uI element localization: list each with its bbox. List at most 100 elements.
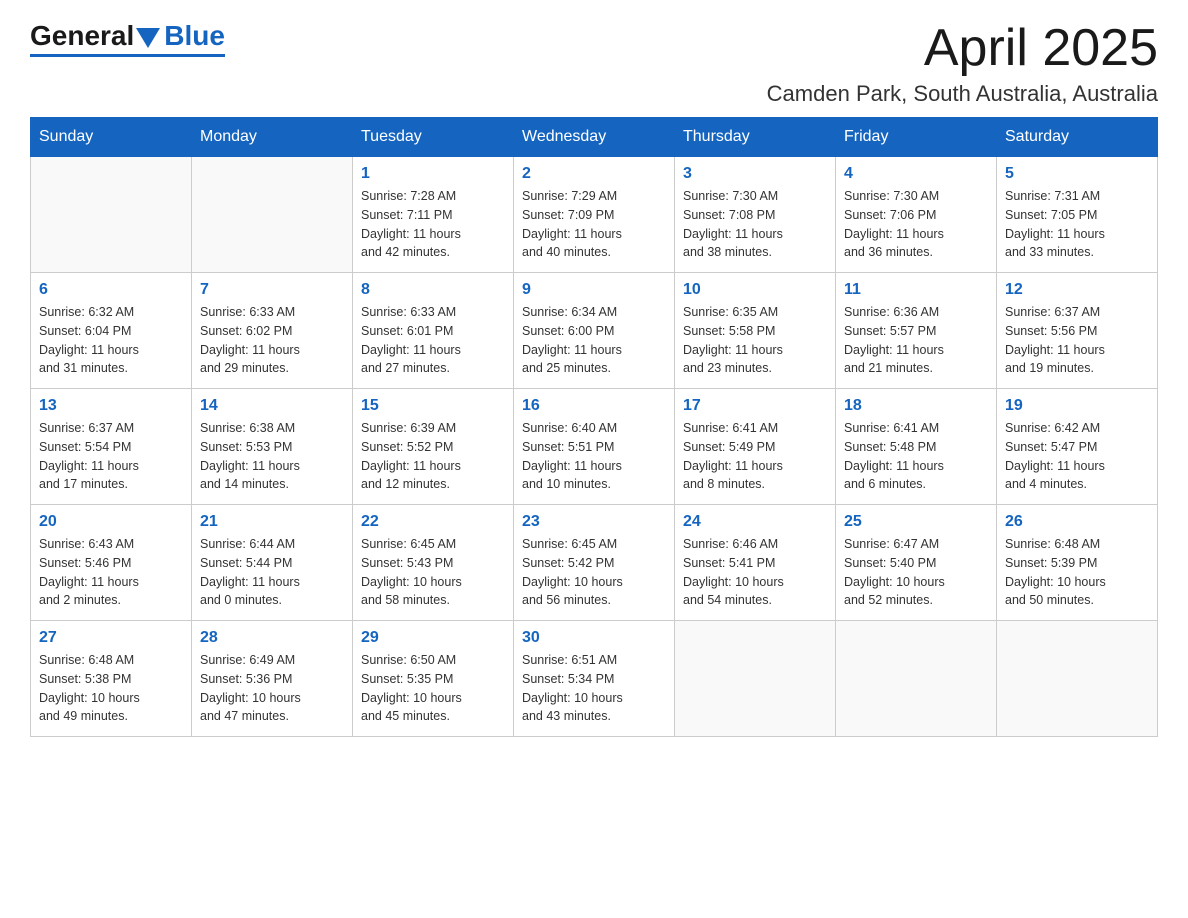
calendar-cell: 5 Sunrise: 7:31 AMSunset: 7:05 PMDaylight… bbox=[997, 157, 1158, 273]
calendar-cell: 4Sunrise: 7:30 AMSunset: 7:06 PMDaylight… bbox=[836, 157, 997, 273]
day-info: Sunrise: 6:45 AMSunset: 5:42 PMDaylight:… bbox=[522, 535, 666, 610]
logo-triangle-icon bbox=[136, 28, 160, 48]
calendar-table: SundayMondayTuesdayWednesdayThursdayFrid… bbox=[30, 117, 1158, 737]
logo-blue-text: Blue bbox=[164, 20, 225, 52]
calendar-cell bbox=[192, 157, 353, 273]
calendar-cell: 3 Sunrise: 7:30 AMSunset: 7:08 PMDaylight… bbox=[675, 157, 836, 273]
calendar-header-sunday: Sunday bbox=[31, 118, 192, 157]
day-number: 7 bbox=[200, 281, 344, 299]
calendar-cell: 27Sunrise: 6:48 AMSunset: 5:38 PMDayligh… bbox=[31, 621, 192, 737]
day-number: 9 bbox=[522, 281, 666, 299]
calendar-cell: 16 Sunrise: 6:40 AMSunset: 5:51 PMDayligh… bbox=[514, 389, 675, 505]
calendar-cell: 29 Sunrise: 6:50 AMSunset: 5:35 PMDayligh… bbox=[353, 621, 514, 737]
calendar-cell: 1 Sunrise: 7:28 AMSunset: 7:11 PMDaylight… bbox=[353, 157, 514, 273]
day-number: 29 bbox=[361, 629, 505, 647]
calendar-cell: 24 Sunrise: 6:46 AMSunset: 5:41 PMDayligh… bbox=[675, 505, 836, 621]
day-number: 15 bbox=[361, 397, 505, 415]
calendar-cell bbox=[997, 621, 1158, 737]
location-title: Camden Park, South Australia, Australia bbox=[767, 81, 1158, 107]
calendar-cell: 8 Sunrise: 6:33 AMSunset: 6:01 PMDaylight… bbox=[353, 273, 514, 389]
calendar-cell: 25 Sunrise: 6:47 AMSunset: 5:40 PMDayligh… bbox=[836, 505, 997, 621]
day-info: Sunrise: 6:47 AMSunset: 5:40 PMDaylight:… bbox=[844, 535, 988, 610]
day-info: Sunrise: 7:30 AMSunset: 7:08 PMDaylight:… bbox=[683, 187, 827, 262]
day-number: 8 bbox=[361, 281, 505, 299]
logo: General Blue bbox=[30, 20, 225, 57]
calendar-cell: 21Sunrise: 6:44 AMSunset: 5:44 PMDayligh… bbox=[192, 505, 353, 621]
calendar-cell bbox=[675, 621, 836, 737]
calendar-cell: 14 Sunrise: 6:38 AMSunset: 5:53 PMDayligh… bbox=[192, 389, 353, 505]
month-title: April 2025 bbox=[767, 20, 1158, 77]
day-number: 12 bbox=[1005, 281, 1149, 299]
day-info: Sunrise: 6:33 AMSunset: 6:01 PMDaylight:… bbox=[361, 303, 505, 378]
day-info: Sunrise: 6:39 AMSunset: 5:52 PMDaylight:… bbox=[361, 419, 505, 494]
day-number: 17 bbox=[683, 397, 827, 415]
day-info: Sunrise: 6:38 AMSunset: 5:53 PMDaylight:… bbox=[200, 419, 344, 494]
calendar-header-thursday: Thursday bbox=[675, 118, 836, 157]
day-number: 24 bbox=[683, 513, 827, 531]
calendar-cell: 28 Sunrise: 6:49 AMSunset: 5:36 PMDayligh… bbox=[192, 621, 353, 737]
calendar-week-3: 13 Sunrise: 6:37 AMSunset: 5:54 PMDayligh… bbox=[31, 389, 1158, 505]
calendar-cell: 12 Sunrise: 6:37 AMSunset: 5:56 PMDayligh… bbox=[997, 273, 1158, 389]
day-info: Sunrise: 6:37 AMSunset: 5:56 PMDaylight:… bbox=[1005, 303, 1149, 378]
day-number: 27 bbox=[39, 629, 183, 647]
day-number: 19 bbox=[1005, 397, 1149, 415]
day-info: Sunrise: 7:28 AMSunset: 7:11 PMDaylight:… bbox=[361, 187, 505, 262]
calendar-week-2: 6Sunrise: 6:32 AMSunset: 6:04 PMDaylight… bbox=[31, 273, 1158, 389]
calendar-cell: 17 Sunrise: 6:41 AMSunset: 5:49 PMDayligh… bbox=[675, 389, 836, 505]
day-info: Sunrise: 6:36 AMSunset: 5:57 PMDaylight:… bbox=[844, 303, 988, 378]
day-number: 28 bbox=[200, 629, 344, 647]
day-number: 22 bbox=[361, 513, 505, 531]
day-number: 25 bbox=[844, 513, 988, 531]
day-info: Sunrise: 6:41 AMSunset: 5:48 PMDaylight:… bbox=[844, 419, 988, 494]
calendar-cell: 30 Sunrise: 6:51 AMSunset: 5:34 PMDayligh… bbox=[514, 621, 675, 737]
day-info: Sunrise: 6:44 AMSunset: 5:44 PMDaylight:… bbox=[200, 535, 344, 610]
page-header: General Blue April 2025 Camden Park, Sou… bbox=[30, 20, 1158, 107]
calendar-cell: 11 Sunrise: 6:36 AMSunset: 5:57 PMDayligh… bbox=[836, 273, 997, 389]
day-number: 23 bbox=[522, 513, 666, 531]
day-number: 5 bbox=[1005, 165, 1149, 183]
day-info: Sunrise: 6:40 AMSunset: 5:51 PMDaylight:… bbox=[522, 419, 666, 494]
calendar-week-1: 1 Sunrise: 7:28 AMSunset: 7:11 PMDaylight… bbox=[31, 157, 1158, 273]
calendar-header-wednesday: Wednesday bbox=[514, 118, 675, 157]
day-number: 2 bbox=[522, 165, 666, 183]
day-number: 1 bbox=[361, 165, 505, 183]
day-info: Sunrise: 6:49 AMSunset: 5:36 PMDaylight:… bbox=[200, 651, 344, 726]
day-info: Sunrise: 7:31 AMSunset: 7:05 PMDaylight:… bbox=[1005, 187, 1149, 262]
day-number: 11 bbox=[844, 281, 988, 299]
day-number: 18 bbox=[844, 397, 988, 415]
calendar-cell: 13 Sunrise: 6:37 AMSunset: 5:54 PMDayligh… bbox=[31, 389, 192, 505]
day-info: Sunrise: 6:33 AMSunset: 6:02 PMDaylight:… bbox=[200, 303, 344, 378]
calendar-cell: 9 Sunrise: 6:34 AMSunset: 6:00 PMDaylight… bbox=[514, 273, 675, 389]
calendar-week-5: 27Sunrise: 6:48 AMSunset: 5:38 PMDayligh… bbox=[31, 621, 1158, 737]
day-info: Sunrise: 6:34 AMSunset: 6:00 PMDaylight:… bbox=[522, 303, 666, 378]
calendar-cell: 10Sunrise: 6:35 AMSunset: 5:58 PMDayligh… bbox=[675, 273, 836, 389]
day-info: Sunrise: 6:45 AMSunset: 5:43 PMDaylight:… bbox=[361, 535, 505, 610]
day-info: Sunrise: 7:29 AMSunset: 7:09 PMDaylight:… bbox=[522, 187, 666, 262]
calendar-cell bbox=[836, 621, 997, 737]
day-number: 14 bbox=[200, 397, 344, 415]
calendar-cell: 26Sunrise: 6:48 AMSunset: 5:39 PMDayligh… bbox=[997, 505, 1158, 621]
day-number: 20 bbox=[39, 513, 183, 531]
calendar-cell: 6Sunrise: 6:32 AMSunset: 6:04 PMDaylight… bbox=[31, 273, 192, 389]
day-info: Sunrise: 6:46 AMSunset: 5:41 PMDaylight:… bbox=[683, 535, 827, 610]
day-number: 13 bbox=[39, 397, 183, 415]
calendar-header-friday: Friday bbox=[836, 118, 997, 157]
day-number: 10 bbox=[683, 281, 827, 299]
day-info: Sunrise: 6:37 AMSunset: 5:54 PMDaylight:… bbox=[39, 419, 183, 494]
day-number: 26 bbox=[1005, 513, 1149, 531]
day-info: Sunrise: 6:51 AMSunset: 5:34 PMDaylight:… bbox=[522, 651, 666, 726]
day-number: 30 bbox=[522, 629, 666, 647]
calendar-cell: 18 Sunrise: 6:41 AMSunset: 5:48 PMDayligh… bbox=[836, 389, 997, 505]
day-number: 16 bbox=[522, 397, 666, 415]
day-info: Sunrise: 6:43 AMSunset: 5:46 PMDaylight:… bbox=[39, 535, 183, 610]
day-info: Sunrise: 6:41 AMSunset: 5:49 PMDaylight:… bbox=[683, 419, 827, 494]
day-number: 3 bbox=[683, 165, 827, 183]
logo-underline bbox=[30, 54, 225, 57]
day-info: Sunrise: 7:30 AMSunset: 7:06 PMDaylight:… bbox=[844, 187, 988, 262]
day-info: Sunrise: 6:50 AMSunset: 5:35 PMDaylight:… bbox=[361, 651, 505, 726]
calendar-header-tuesday: Tuesday bbox=[353, 118, 514, 157]
calendar-cell: 2 Sunrise: 7:29 AMSunset: 7:09 PMDaylight… bbox=[514, 157, 675, 273]
calendar-header-saturday: Saturday bbox=[997, 118, 1158, 157]
calendar-cell: 23 Sunrise: 6:45 AMSunset: 5:42 PMDayligh… bbox=[514, 505, 675, 621]
calendar-header-monday: Monday bbox=[192, 118, 353, 157]
